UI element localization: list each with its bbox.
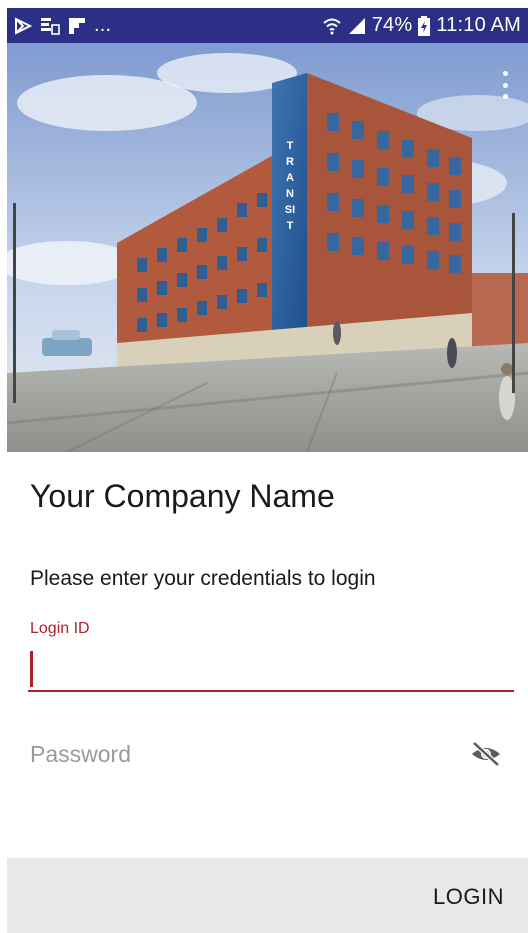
password-input[interactable] <box>28 730 470 778</box>
battery-percent: 74% <box>371 14 413 36</box>
login-id-input[interactable] <box>28 644 514 692</box>
building-sign: TRANSIT <box>284 140 296 232</box>
battery-charging-icon <box>418 15 431 36</box>
status-time: 11:10 AM <box>436 14 521 36</box>
status-overflow-text: ... <box>94 14 112 36</box>
login-bar: LOGIN <box>7 858 528 933</box>
company-name: Your Company Name <box>30 478 335 514</box>
login-id-label: Login ID <box>30 620 90 637</box>
status-bar-left: ... <box>14 14 111 37</box>
flipboard-icon <box>68 17 86 35</box>
building-illustration <box>7 43 528 452</box>
eye-off-icon[interactable] <box>466 737 506 771</box>
wifi-icon <box>322 17 342 35</box>
status-bar: ... 74% 11:10 AM <box>7 8 528 43</box>
more-vert-icon[interactable] <box>498 71 512 99</box>
status-bar-right: 74% 11:10 AM <box>322 14 521 37</box>
play-store-icon <box>14 16 32 35</box>
login-button[interactable]: LOGIN <box>433 884 504 910</box>
login-instructions: Please enter your credentials to login <box>30 567 376 590</box>
hero-image: TRANSIT <box>7 43 528 452</box>
notification-icon <box>40 16 60 36</box>
text-cursor <box>30 651 33 687</box>
signal-icon <box>348 17 366 35</box>
